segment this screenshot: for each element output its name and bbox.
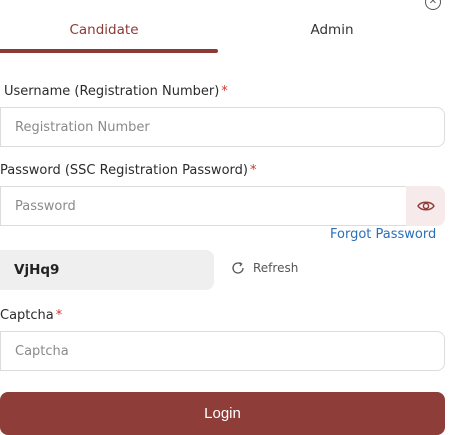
login-button[interactable]: Login — [0, 392, 445, 435]
refresh-icon — [232, 261, 244, 274]
required-marker: * — [221, 84, 228, 99]
tab-admin[interactable]: Admin — [220, 22, 444, 38]
close-icon[interactable]: ✕ — [425, 0, 441, 10]
username-label: Username (Registration Number) * — [4, 84, 228, 99]
captcha-image: VjHq9 — [0, 250, 214, 290]
refresh-label: Refresh — [253, 261, 299, 275]
captcha-label: Captcha * — [0, 308, 62, 323]
password-field[interactable]: Password — [0, 186, 406, 226]
password-group: Password — [0, 186, 445, 226]
username-field[interactable]: Registration Number — [0, 107, 445, 147]
password-label: Password (SSC Registration Password) * — [0, 163, 256, 178]
required-marker: * — [55, 308, 63, 323]
tab-candidate[interactable]: Candidate — [0, 22, 208, 38]
captcha-label-text: Captcha — [0, 308, 54, 323]
username-placeholder: Registration Number — [15, 119, 150, 135]
required-marker: * — [249, 163, 257, 178]
eye-icon[interactable] — [406, 186, 445, 226]
password-placeholder: Password — [15, 198, 76, 214]
password-label-text: Password (SSC Registration Password) — [0, 163, 248, 178]
captcha-placeholder: Captcha — [15, 343, 69, 359]
refresh-button[interactable]: Refresh — [230, 260, 298, 276]
username-label-text: Username (Registration Number) — [4, 84, 220, 99]
active-tab-indicator — [0, 49, 218, 53]
captcha-field[interactable]: Captcha — [0, 331, 445, 371]
forgot-password-link[interactable]: Forgot Password — [330, 227, 436, 242]
